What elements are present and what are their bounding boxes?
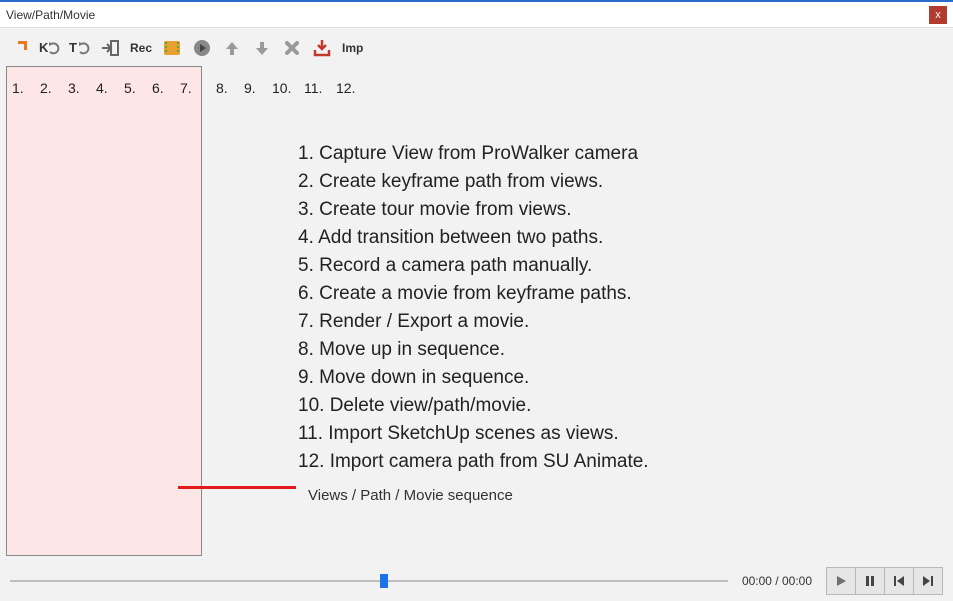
help-item: 6. Create a movie from keyframe paths. — [298, 280, 649, 308]
toolbar-number-labels: 1. 2. 3. 4. 5. 6. 7. 8. 9. 10. 11. 12. — [12, 80, 368, 96]
record-button[interactable]: Rec — [128, 36, 154, 60]
toolbar: K T Rec — [6, 34, 947, 62]
skip-start-button[interactable] — [884, 567, 914, 595]
help-item: 9. Move down in sequence. — [298, 364, 649, 392]
play-button[interactable] — [826, 567, 856, 595]
timeline-handle[interactable] — [380, 574, 388, 588]
num-12: 12. — [336, 80, 368, 96]
imp-label: Imp — [342, 41, 363, 55]
import-animate-button[interactable]: Imp — [340, 36, 365, 60]
move-up-button[interactable] — [220, 36, 244, 60]
download-tray-icon — [312, 38, 332, 58]
film-icon — [162, 38, 182, 58]
media-buttons — [826, 567, 943, 595]
close-button[interactable]: x — [929, 6, 947, 24]
rec-label: Rec — [130, 41, 152, 55]
num-8: 8. — [216, 80, 244, 96]
play-circle-icon — [192, 38, 212, 58]
keyframe-path-button[interactable]: K — [38, 36, 62, 60]
help-item: 2. Create keyframe path from views. — [298, 168, 649, 196]
timeline-track — [10, 580, 728, 582]
play-icon — [834, 574, 848, 588]
x-icon — [283, 39, 301, 57]
tour-movie-button[interactable]: T — [68, 36, 92, 60]
transition-button[interactable] — [98, 36, 122, 60]
svg-text:K: K — [39, 40, 49, 55]
num-7: 7. — [180, 80, 208, 96]
time-display: 00:00 / 00:00 — [734, 574, 820, 588]
titlebar: View/Path/Movie x — [0, 2, 953, 28]
num-2: 2. — [40, 80, 68, 96]
num-4: 4. — [96, 80, 124, 96]
pause-icon — [863, 574, 877, 588]
main-area: 1. 2. 3. 4. 5. 6. 7. 8. 9. 10. 11. 12. 1… — [6, 66, 947, 561]
num-11: 11. — [304, 80, 336, 96]
help-item: 8. Move up in sequence. — [298, 336, 649, 364]
import-scenes-button[interactable] — [310, 36, 334, 60]
sequence-panel[interactable] — [6, 66, 202, 556]
num-5: 5. — [124, 80, 152, 96]
arrow-up-icon — [223, 39, 241, 57]
arrow-down-icon — [253, 39, 271, 57]
sequence-label: Views / Path / Movie sequence — [308, 487, 513, 504]
num-1: 1. — [12, 80, 40, 96]
num-3: 3. — [68, 80, 96, 96]
create-movie-button[interactable] — [160, 36, 184, 60]
help-list: 1. Capture View from ProWalker camera 2.… — [298, 140, 649, 476]
skip-previous-icon — [892, 574, 906, 588]
t-refresh-icon: T — [69, 38, 91, 58]
help-item: 1. Capture View from ProWalker camera — [298, 140, 649, 168]
content-area: K T Rec — [0, 28, 953, 601]
close-icon: x — [935, 9, 941, 21]
playback-bar: 00:00 / 00:00 — [6, 561, 947, 601]
window: View/Path/Movie x K T — [0, 0, 953, 601]
capture-view-button[interactable] — [8, 36, 32, 60]
num-9: 9. — [244, 80, 272, 96]
help-item: 3. Create tour movie from views. — [298, 196, 649, 224]
help-item: 11. Import SketchUp scenes as views. — [298, 420, 649, 448]
help-item: 12. Import camera path from SU Animate. — [298, 448, 649, 476]
help-item: 10. Delete view/path/movie. — [298, 392, 649, 420]
arrow-right-box-icon — [100, 38, 120, 58]
num-6: 6. — [152, 80, 180, 96]
pause-button[interactable] — [855, 567, 885, 595]
skip-next-icon — [921, 574, 935, 588]
arrow-up-right-icon — [10, 38, 30, 58]
skip-end-button[interactable] — [913, 567, 943, 595]
help-item: 7. Render / Export a movie. — [298, 308, 649, 336]
delete-button[interactable] — [280, 36, 304, 60]
num-10: 10. — [272, 80, 304, 96]
help-item: 4. Add transition between two paths. — [298, 224, 649, 252]
help-item: 5. Record a camera path manually. — [298, 252, 649, 280]
svg-text:T: T — [69, 40, 77, 55]
timeline-slider[interactable] — [10, 573, 728, 589]
render-export-button[interactable] — [190, 36, 214, 60]
move-down-button[interactable] — [250, 36, 274, 60]
k-refresh-icon: K — [39, 38, 61, 58]
callout-line — [178, 486, 296, 489]
window-title: View/Path/Movie — [6, 8, 929, 22]
